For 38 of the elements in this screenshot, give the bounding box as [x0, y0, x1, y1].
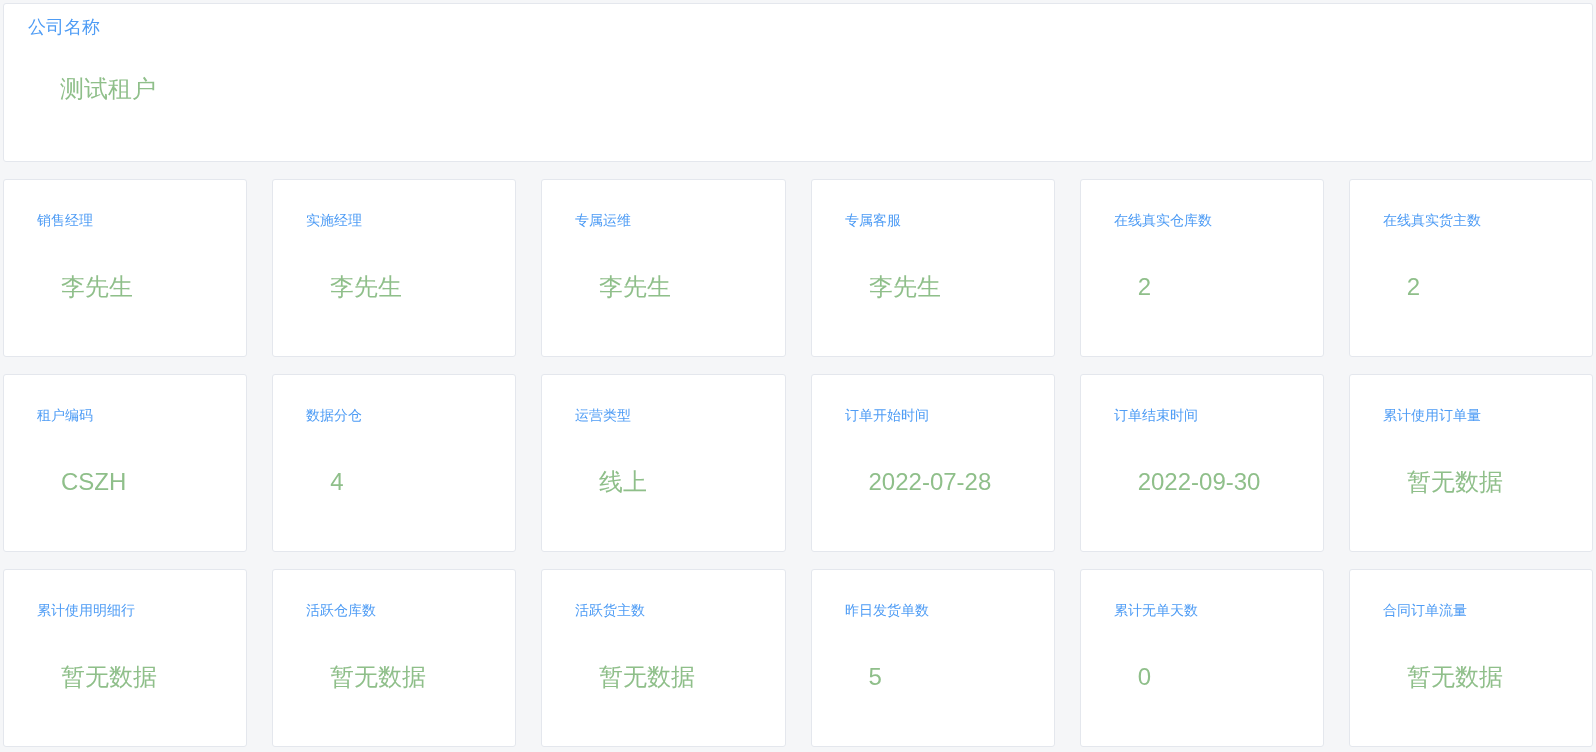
card-label: 数据分仓 [306, 406, 363, 425]
card-value: 2 [1137, 272, 1151, 302]
card-value: 暂无数据 [1406, 467, 1503, 497]
company-label: 公司名称 [28, 16, 100, 39]
card-label: 订单结束时间 [1113, 406, 1198, 425]
card-label: 订单开始时间 [844, 406, 929, 425]
card-value: 暂无数据 [61, 662, 157, 692]
card-value: 暂无数据 [1406, 662, 1503, 692]
card-label: 在线真实货主数 [1382, 211, 1481, 230]
card-label: 累计无单天数 [1113, 601, 1198, 620]
card-label: 累计使用订单量 [1382, 406, 1481, 425]
card-label: 活跃仓库数 [306, 601, 377, 620]
card-label: 在线真实仓库数 [1113, 211, 1212, 230]
company-value: 测试租户 [60, 74, 156, 104]
card-value: 4 [330, 467, 344, 497]
card-value: 0 [1137, 662, 1151, 692]
card-value: 2022-07-28 [868, 467, 992, 497]
card-value: 线上 [599, 467, 648, 497]
card-label: 合同订单流量 [1382, 601, 1467, 620]
card-label: 累计使用明细行 [37, 601, 135, 620]
card-value: 5 [868, 662, 882, 692]
card-label: 运营类型 [575, 406, 632, 425]
card-label: 实施经理 [306, 211, 363, 230]
card-label: 销售经理 [37, 211, 93, 230]
card-value: 暂无数据 [330, 662, 427, 692]
card-value: 暂无数据 [599, 662, 696, 692]
card-label: 专属运维 [575, 211, 632, 230]
card-value: 2 [1406, 272, 1421, 302]
card-value: CSZH [61, 467, 127, 497]
card-label: 租户编码 [37, 406, 93, 425]
card-value: 李先生 [61, 272, 133, 302]
card-label: 专属客服 [844, 211, 901, 230]
card-value: 李先生 [599, 272, 672, 302]
card-value: 李先生 [868, 272, 941, 302]
card-label: 昨日发货单数 [844, 601, 929, 620]
card-label: 活跃货主数 [575, 601, 646, 620]
card-value: 李先生 [330, 272, 403, 302]
card-value: 2022-09-30 [1137, 467, 1261, 497]
